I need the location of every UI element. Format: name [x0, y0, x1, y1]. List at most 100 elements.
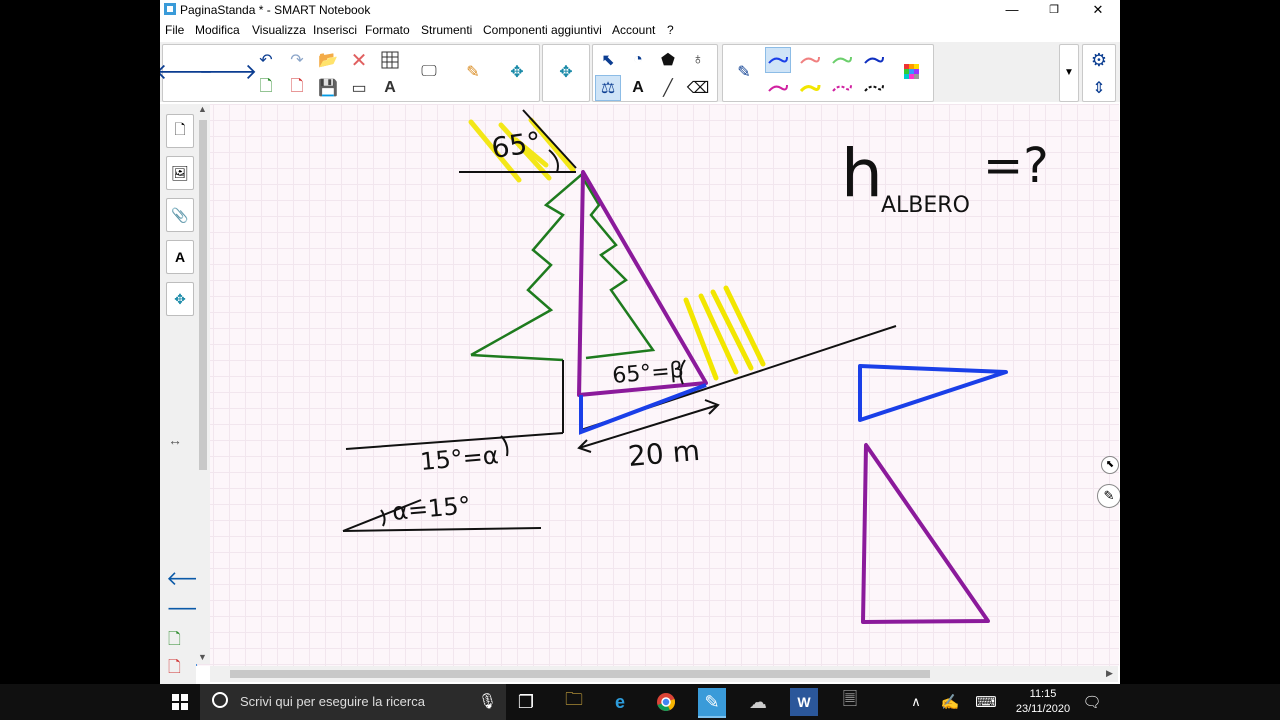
- eraser-icon[interactable]: ⌫: [685, 75, 711, 101]
- sun-rays-right: [683, 285, 766, 381]
- measurement-tools-icon[interactable]: ⚖: [595, 75, 621, 101]
- addons-icon[interactable]: ✥: [504, 59, 530, 85]
- delete-page-icon[interactable]: 🗋: [284, 75, 310, 101]
- properties-tab-icon[interactable]: A: [166, 240, 194, 274]
- scroll-down-icon[interactable]: ▼: [198, 652, 207, 662]
- pen-style-dashed-black-icon[interactable]: [861, 75, 887, 101]
- pen-style-dashed-magenta-icon[interactable]: [829, 75, 855, 101]
- text-style-icon[interactable]: A: [377, 75, 403, 101]
- menu-visualizza[interactable]: Visualizza: [252, 23, 306, 37]
- attachments-tab-icon[interactable]: 📎: [166, 198, 194, 232]
- show-hidden-icons-icon[interactable]: ∧: [902, 688, 930, 716]
- minimize-button[interactable]: —: [990, 0, 1034, 20]
- menu-modifica[interactable]: Modifica: [195, 23, 240, 37]
- shapes-icon[interactable]: ◔: [625, 47, 651, 73]
- equals-question-label: =?: [983, 138, 1049, 194]
- alpha-angle-label-bottom: α=15°: [391, 491, 472, 526]
- pen-style-yellow-icon[interactable]: [797, 75, 823, 101]
- tree-base: [470, 353, 564, 362]
- addons-tab-icon[interactable]: ✥: [166, 282, 194, 316]
- whiteboard-canvas[interactable]: 65° h ALBERO =? 65°=β 15°=α α=15° 20 m ⬉…: [196, 104, 1120, 666]
- toolbar-overflow: ▼: [1059, 44, 1079, 102]
- menu-file[interactable]: File: [165, 23, 184, 37]
- clock[interactable]: 11:15 23/11/2020: [1008, 687, 1078, 717]
- pen-style-blue-icon[interactable]: [765, 47, 791, 73]
- fill-icon[interactable]: ⬟: [655, 47, 681, 73]
- delete-icon[interactable]: ✕: [346, 47, 372, 73]
- purple-triangle-copy: [861, 443, 990, 624]
- next-page-icon[interactable]: 🡒: [199, 59, 258, 85]
- gear-icon[interactable]: ⚙: [1086, 47, 1112, 73]
- open-file-icon[interactable]: 📂: [315, 47, 341, 73]
- menu-strumenti[interactable]: Strumenti: [421, 23, 472, 37]
- blue-triangle-copy: [858, 364, 1008, 422]
- smart-ink-icon[interactable]: ☁: [744, 688, 772, 716]
- scroll-up-icon[interactable]: ▲: [198, 104, 207, 114]
- restore-button[interactable]: ❐: [1032, 0, 1076, 20]
- horizontal-scrollbar[interactable]: ▶: [210, 666, 1118, 682]
- title-bar: PaginaStanda * - SMART Notebook — ❐ ✕: [160, 0, 1120, 20]
- start-icon[interactable]: [166, 688, 194, 716]
- toolbar-group-pens: ✎: [722, 44, 934, 102]
- touch-keyboard-icon[interactable]: ⌨: [972, 688, 1000, 716]
- previous-page-icon[interactable]: 🡐: [160, 59, 214, 85]
- add-page-icon[interactable]: 🗋: [253, 75, 279, 101]
- menu-help[interactable]: ?: [667, 23, 674, 37]
- clock-date: 23/11/2020: [1015, 703, 1071, 715]
- puzzle-icon[interactable]: ✥: [553, 59, 579, 85]
- menu-bar: File Modifica Visualizza Inserisci Forma…: [160, 20, 1120, 40]
- search-box[interactable]: Scrivi qui per eseguire la ricerca 🎙: [200, 684, 506, 720]
- menu-componenti-aggiuntivi[interactable]: Componenti aggiuntivi: [483, 23, 602, 37]
- move-toolbar-icon[interactable]: ⇕: [1086, 75, 1112, 101]
- gallery-tab-icon[interactable]: 🖼: [166, 156, 194, 190]
- text-icon[interactable]: A: [625, 75, 651, 101]
- redo-icon[interactable]: ↷: [284, 47, 310, 73]
- table-icon[interactable]: [377, 47, 403, 73]
- menu-account[interactable]: Account: [612, 23, 655, 37]
- length-label: 20 m: [627, 434, 701, 473]
- vertical-scroll-thumb[interactable]: [199, 120, 207, 470]
- smart-notebook-taskbar-icon[interactable]: ✎: [698, 688, 726, 718]
- magic-pen-icon[interactable]: ♁: [685, 47, 711, 73]
- select-icon[interactable]: ⬉: [595, 47, 621, 73]
- scroll-right-icon[interactable]: ▶: [1106, 668, 1113, 679]
- word-icon[interactable]: W: [790, 688, 818, 716]
- chevron-down-icon[interactable]: ▼: [1056, 59, 1082, 85]
- h-label: h: [841, 135, 883, 212]
- resize-handle-icon[interactable]: ↔: [168, 432, 182, 448]
- menu-formato[interactable]: Formato: [365, 23, 410, 37]
- save-icon[interactable]: 💾: [315, 75, 341, 101]
- pen-style-darkblue-icon[interactable]: [861, 47, 887, 73]
- app-icon-generic[interactable]: 🗏: [836, 688, 864, 716]
- window-title: PaginaStanda * - SMART Notebook: [180, 3, 371, 17]
- activity-builder-icon[interactable]: ✎: [460, 59, 486, 85]
- notifications-icon[interactable]: 🗨: [1078, 688, 1106, 716]
- microphone-icon[interactable]: 🎙: [478, 692, 497, 710]
- edge-icon[interactable]: e: [606, 688, 634, 716]
- menu-inserisci[interactable]: Inserisci: [313, 23, 357, 37]
- task-view-icon[interactable]: ❐: [512, 688, 540, 716]
- pen-style-magenta-icon[interactable]: [765, 75, 791, 101]
- pen-style-green-icon[interactable]: [829, 47, 855, 73]
- display-icon[interactable]: 🖵: [416, 59, 442, 85]
- delete-page-side-icon[interactable]: 🗋: [168, 656, 181, 683]
- chrome-icon[interactable]: [652, 688, 680, 716]
- alpha-angle-label: 15°=α: [419, 441, 500, 476]
- pen-icon[interactable]: ✎: [731, 59, 757, 85]
- vertical-scrollbar[interactable]: ▲ ▼: [196, 104, 210, 664]
- line-icon[interactable]: ╱: [655, 75, 681, 101]
- alpha-angle-arc: [500, 435, 509, 457]
- screen-shade-icon[interactable]: ▭: [346, 75, 372, 101]
- pen-mode-icon[interactable]: ✎: [1097, 484, 1120, 508]
- close-button[interactable]: ✕: [1076, 0, 1120, 20]
- horizontal-scroll-thumb[interactable]: [230, 670, 930, 678]
- page-sorter-tab-icon[interactable]: 🗋: [166, 114, 194, 148]
- add-page-side-icon[interactable]: 🗋: [168, 628, 181, 655]
- file-explorer-icon[interactable]: 🗀: [560, 688, 588, 716]
- select-mode-icon[interactable]: ⬉: [1101, 456, 1119, 474]
- app-icon: [164, 3, 176, 15]
- undo-icon[interactable]: ↶: [253, 47, 279, 73]
- color-palette-icon[interactable]: [899, 59, 925, 85]
- pen-workspace-icon[interactable]: ✍: [936, 688, 964, 716]
- pen-style-pink-icon[interactable]: [797, 47, 823, 73]
